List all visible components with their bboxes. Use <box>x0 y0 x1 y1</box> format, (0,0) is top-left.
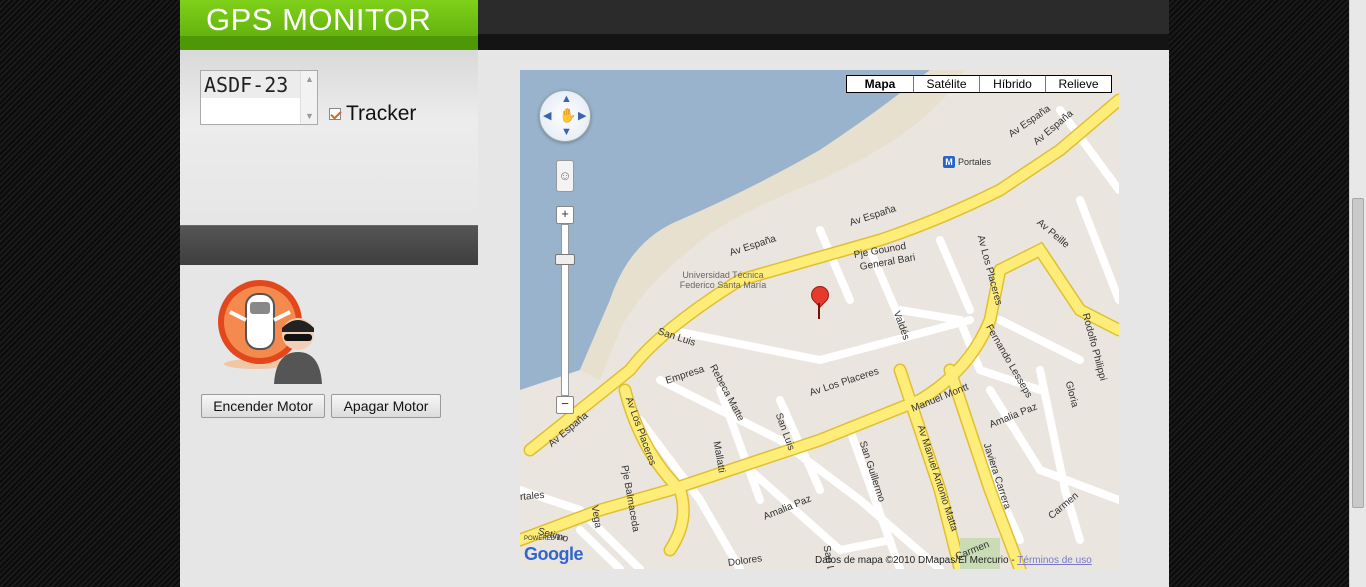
powered-by-label: POWERED BY <box>524 536 565 542</box>
header-bar <box>478 0 1169 50</box>
pan-right-icon[interactable]: ▶ <box>578 109 586 122</box>
header-logo: GPS MONITOR <box>180 0 478 50</box>
copyright-text: Datos de mapa ©2010 DMapas/El Mercurio - <box>815 555 1018 566</box>
map-type-hybrid[interactable]: Híbrido <box>979 76 1045 92</box>
tracker-toggle[interactable]: Tracker <box>329 102 416 126</box>
control-panel: ASDF-23 ▲ ▼ Tracker Encender Motor Apaga… <box>180 50 478 587</box>
map-panel: Av España Av España Av España Av España … <box>478 50 1169 587</box>
map-view[interactable]: Av España Av España Av España Av España … <box>520 70 1119 569</box>
tracker-checkbox[interactable] <box>329 108 341 120</box>
pan-down-icon[interactable]: ▼ <box>561 126 572 138</box>
section-divider <box>180 225 478 265</box>
logo-stripe <box>180 36 478 50</box>
pan-control[interactable]: ▲ ▼ ◀ ▶ ✋ <box>539 90 591 142</box>
vehicle-selector-section: ASDF-23 ▲ ▼ Tracker <box>180 50 478 225</box>
zoom-slider-handle[interactable] <box>555 254 575 265</box>
map-type-satellite[interactable]: Satélite <box>913 76 979 92</box>
university-poi[interactable]: Universidad Técnica Federico Santa María <box>668 270 778 290</box>
page-title: GPS MONITOR <box>206 2 432 37</box>
page-scrollbar[interactable] <box>1349 0 1366 587</box>
pan-left-icon[interactable]: ◀ <box>543 109 551 122</box>
map-tiles <box>520 70 1119 569</box>
marker-tail <box>818 303 820 319</box>
start-engine-button[interactable]: Encender Motor <box>201 394 325 418</box>
metro-label: Portales <box>958 157 992 167</box>
map-type-terrain[interactable]: Relieve <box>1045 76 1111 92</box>
map-copyright: Datos de mapa ©2010 DMapas/El Mercurio -… <box>815 555 1092 566</box>
left-background <box>0 0 180 587</box>
listbox-scrollbar[interactable]: ▲ ▼ <box>300 71 317 124</box>
stop-engine-button[interactable]: Apagar Motor <box>331 394 441 418</box>
pan-up-icon[interactable]: ▲ <box>561 93 572 105</box>
google-logo[interactable]: Google <box>524 544 584 565</box>
zoom-out-button[interactable]: − <box>556 396 574 414</box>
hand-icon[interactable]: ✋ <box>559 107 576 124</box>
street-view-pegman-icon[interactable]: ☺ <box>556 160 574 192</box>
scroll-up-icon[interactable]: ▲ <box>305 74 314 84</box>
scroll-down-icon[interactable]: ▼ <box>305 111 314 121</box>
map-type-selector: Mapa Satélite Híbrido Relieve <box>846 75 1112 93</box>
scrollbar-thumb[interactable] <box>1352 198 1364 508</box>
google-logo-text: Google <box>524 544 584 564</box>
zoom-slider-track[interactable] <box>561 224 569 396</box>
vehicle-listbox[interactable]: ASDF-23 ▲ ▼ <box>200 70 318 125</box>
right-background <box>1169 0 1349 587</box>
metro-icon: M <box>943 156 955 168</box>
street-label: rtales <box>520 489 545 503</box>
zoom-in-button[interactable]: + <box>556 206 574 224</box>
tracker-label: Tracker <box>346 102 417 125</box>
map-type-map[interactable]: Mapa <box>847 76 913 92</box>
metro-station[interactable]: M Portales <box>943 156 991 168</box>
car-thief-icon <box>218 280 322 384</box>
vehicle-option[interactable]: ASDF-23 <box>204 73 288 97</box>
terms-link[interactable]: Términos de uso <box>1017 555 1091 566</box>
